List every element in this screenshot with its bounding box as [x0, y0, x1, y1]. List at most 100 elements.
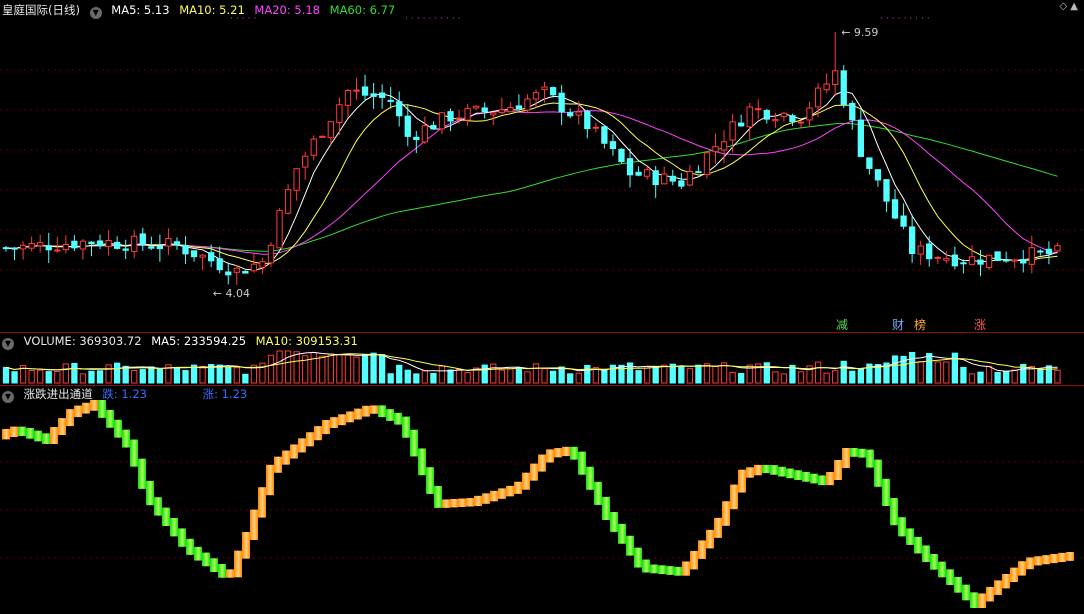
channel-segment [290, 444, 298, 459]
channel-segment [266, 464, 274, 496]
channel-segment [122, 429, 130, 448]
volume-bar [1003, 370, 1010, 384]
volume-bar [156, 367, 164, 384]
candle-body [686, 171, 694, 186]
indicator-panel[interactable]: ▼ 涨跌进出通道 跌: 1.23 涨: 1.23 [0, 386, 1084, 614]
candle-body [225, 271, 232, 276]
candlestick-chart[interactable]: ← 9.59 ← 4.04 [0, 0, 1084, 332]
channel-segment [74, 405, 82, 418]
channel-segment [50, 427, 58, 444]
channel-segment [986, 586, 994, 602]
candle-body [652, 170, 659, 186]
volume-legend: ▼ VOLUME: 369303.72 MA5: 233594.25 MA10:… [2, 333, 364, 350]
indicator-die: 跌: 1.23 [102, 387, 147, 401]
chevron-down-icon[interactable]: ▼ [89, 7, 102, 19]
candle-body [1028, 247, 1035, 265]
candle-body [926, 243, 933, 260]
channel-segment [602, 496, 610, 520]
channel-segment [890, 498, 898, 526]
candle-body [387, 99, 394, 102]
volume-bar [532, 363, 540, 384]
volume-bar [695, 364, 702, 384]
candle-body [404, 115, 411, 137]
volume-bar [62, 363, 69, 384]
candle-body [438, 112, 446, 130]
candle-body [413, 136, 420, 140]
candle-body [900, 215, 907, 227]
volume-bar [225, 366, 232, 384]
stock-title: 皇庭国际(日线) [2, 3, 80, 17]
volume-bar [344, 354, 352, 384]
chevron-down-icon[interactable]: ▼ [2, 391, 14, 403]
candle-body [165, 238, 172, 247]
channel-segment [826, 472, 834, 486]
diamond-icon[interactable]: ◇ ▲ [1059, 1, 1078, 12]
channel-segment [778, 466, 786, 477]
volume-bar [2, 366, 10, 384]
candle-body [1045, 248, 1053, 255]
candle-body [378, 92, 386, 98]
volume-bar [404, 369, 411, 384]
volume-bar [105, 364, 112, 384]
ma5-legend: MA5: 5.13 [111, 3, 170, 17]
candle-body [524, 98, 531, 111]
event-tag-zhang[interactable]: 涨 [974, 316, 986, 333]
candle-body [421, 125, 429, 143]
candle-body [293, 168, 300, 191]
event-tag-bang[interactable]: 榜 [914, 316, 926, 333]
volume-bar [37, 369, 44, 384]
volume-bar [242, 373, 249, 384]
candle-body [464, 107, 471, 121]
channel-segment [450, 498, 458, 508]
volume-bar [780, 373, 788, 384]
candle-body [746, 106, 753, 128]
channel-segment [514, 481, 522, 494]
volume-bar [54, 370, 61, 384]
volume-bar [293, 351, 300, 384]
candle-body [849, 102, 856, 121]
candle-body [28, 242, 35, 249]
channel-segment [914, 536, 922, 554]
volume-bar [148, 366, 155, 384]
candle-body [190, 250, 198, 258]
volume-bar [515, 367, 523, 384]
channel-indicator-chart[interactable] [0, 386, 1084, 614]
candle-body [532, 92, 540, 100]
volume-bar [139, 369, 146, 384]
channel-segment [770, 465, 778, 475]
candle-body [695, 171, 702, 174]
channel-segment [618, 523, 626, 544]
candle-body [1011, 259, 1018, 262]
volume-bar [934, 361, 941, 384]
candle-body [327, 121, 334, 139]
volume-bar [199, 365, 206, 384]
channel-segment [322, 420, 330, 435]
channel-segment [394, 412, 402, 425]
channel-segment [466, 498, 474, 507]
volume-bar [430, 372, 437, 384]
candle-body [814, 87, 822, 108]
candle-body [703, 152, 711, 175]
channel-segment [586, 466, 594, 490]
volume-value: VOLUME: 369303.72 [23, 334, 142, 348]
volume-bar [464, 371, 471, 384]
event-tag-jian[interactable]: 减 [836, 316, 848, 333]
channel-segment [746, 467, 754, 478]
candle-body [259, 261, 266, 268]
volume-bar [797, 371, 805, 384]
volume-panel[interactable]: ▼ VOLUME: 369303.72 MA5: 233594.25 MA10:… [0, 333, 1084, 385]
candle-body [2, 247, 10, 250]
volume-bar [857, 368, 864, 384]
price-chart-panel[interactable]: ← 9.59 ← 4.04 皇庭国际(日线) ▼ MA5: 5.13 MA10: … [0, 0, 1084, 332]
volume-bar [438, 365, 446, 384]
volume-bar [498, 369, 505, 384]
channel-segment [338, 414, 346, 426]
candle-body [122, 248, 129, 251]
candle-body [156, 245, 164, 250]
channel-segment [962, 584, 970, 601]
channel-segment [1058, 552, 1066, 562]
volume-bar [703, 363, 711, 384]
channel-segment [298, 438, 306, 453]
chevron-down-icon[interactable]: ▼ [2, 338, 14, 350]
event-tag-cai[interactable]: 财 [892, 316, 904, 333]
